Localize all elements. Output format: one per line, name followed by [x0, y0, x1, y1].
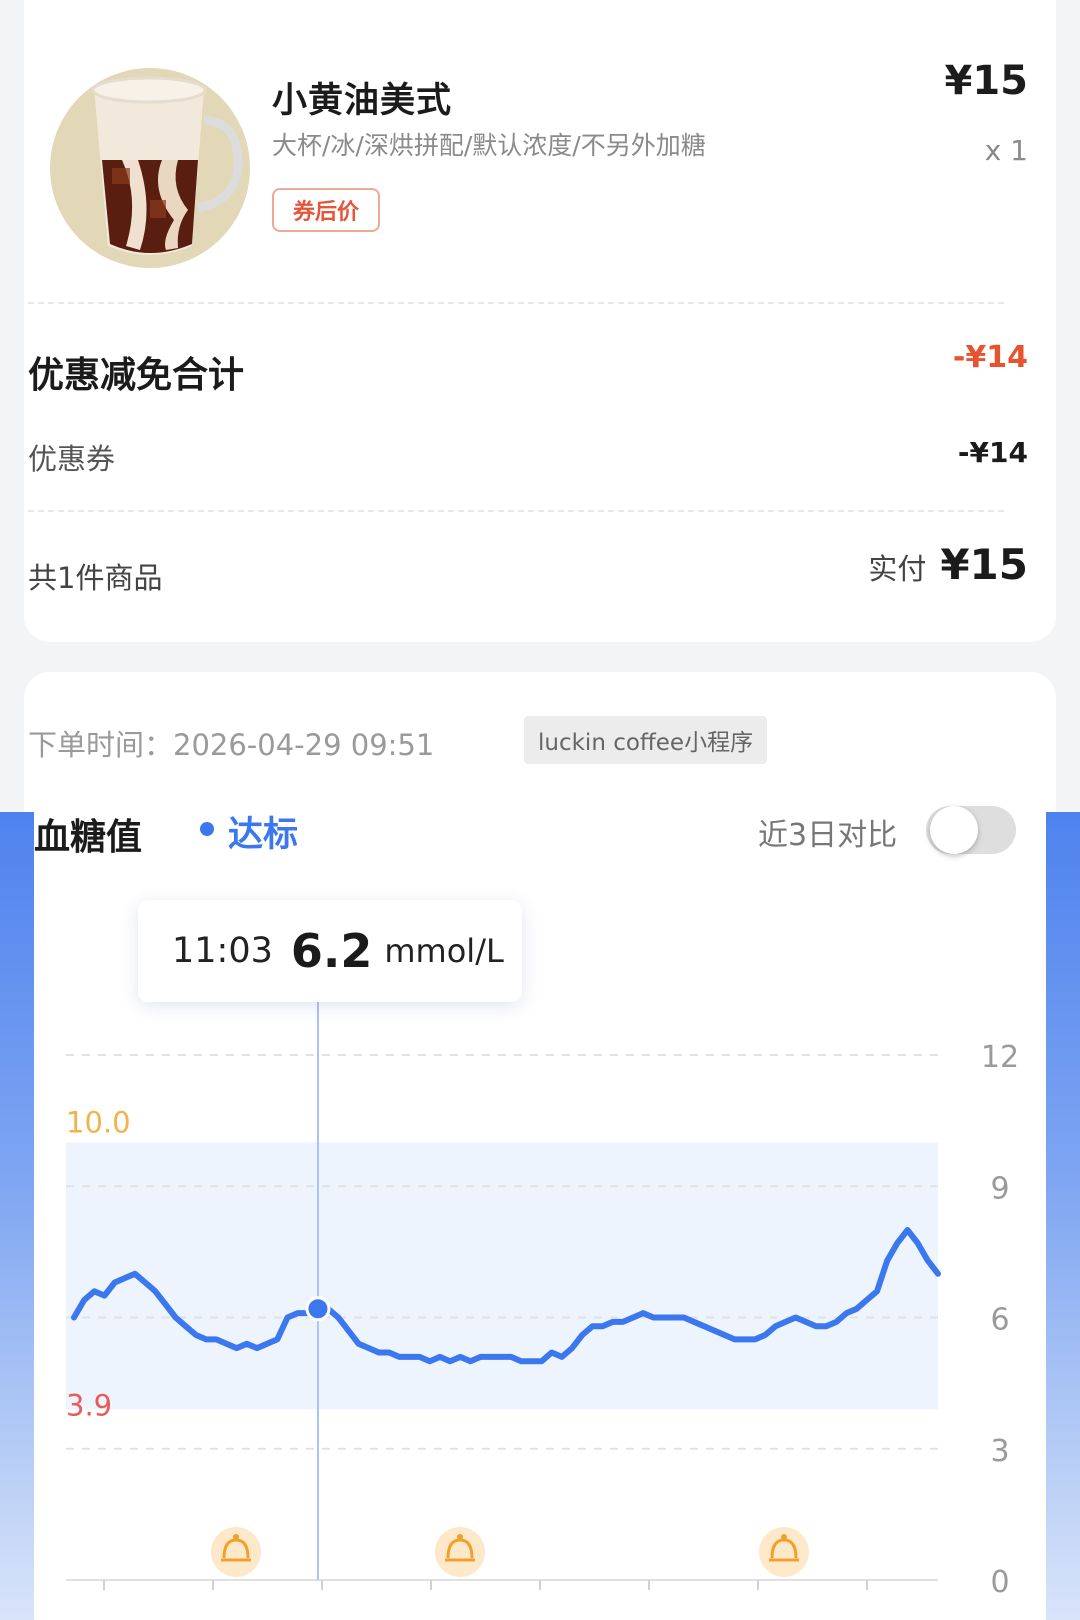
upper-limit-label: 10.0 [66, 1106, 131, 1140]
y-tick-label: 3 [990, 1434, 1009, 1469]
y-tick-label: 6 [990, 1303, 1009, 1338]
tooltip-time: 11:03 [172, 931, 273, 971]
meal-knob-icon [233, 1534, 239, 1540]
tooltip-unit: mmol/L [384, 932, 504, 970]
lower-limit-label: 3.9 [66, 1388, 112, 1422]
meal-knob-icon [781, 1534, 787, 1540]
target-range-band [66, 1142, 938, 1410]
highlighted-point [305, 1296, 331, 1322]
meal-knob-icon [457, 1534, 463, 1540]
y-tick-label: 12 [981, 1040, 1019, 1075]
glucose-chart[interactable]: 12 9 6 3 0 10.0 3.9 [0, 0, 1080, 1620]
y-tick-label: 0 [990, 1565, 1009, 1600]
tooltip-value: 6.2 [290, 924, 373, 978]
glucose-tooltip: 11:03 6.2 mmol/L [138, 900, 522, 1002]
y-tick-label: 9 [990, 1171, 1009, 1206]
